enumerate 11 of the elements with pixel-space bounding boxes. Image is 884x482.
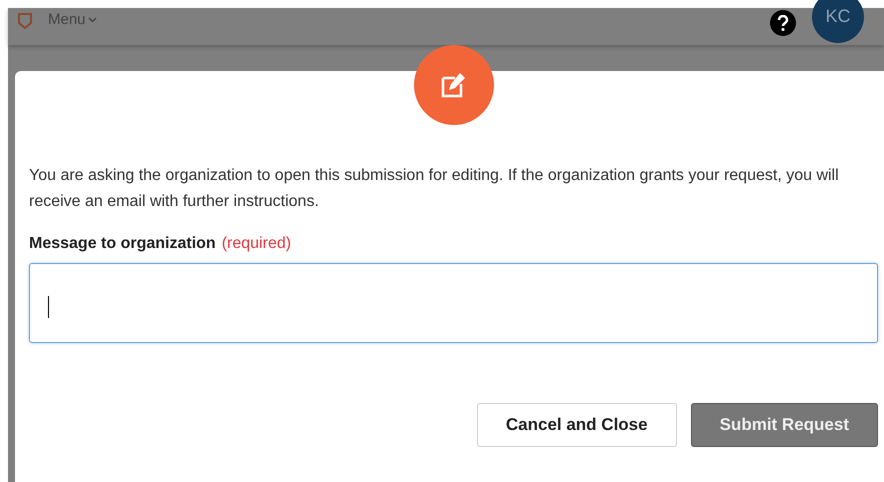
text-cursor	[48, 296, 49, 318]
user-avatar[interactable]: KC	[812, 0, 864, 42]
help-icon[interactable]	[770, 10, 796, 36]
chevron-icon	[88, 16, 97, 22]
menu-button[interactable]: Menu	[48, 11, 97, 28]
required-note: (required)	[222, 235, 292, 253]
message-field[interactable]	[29, 263, 878, 343]
dialog-description: You are asking the organization to open this submission for editing. If the organization grants your request, you will receive an email with further instructions.	[29, 166, 840, 212]
shield-logo-icon	[18, 12, 32, 28]
field-label: Message to organization	[29, 235, 216, 253]
cancel-button[interactable]: Cancel and Close	[476, 403, 677, 447]
